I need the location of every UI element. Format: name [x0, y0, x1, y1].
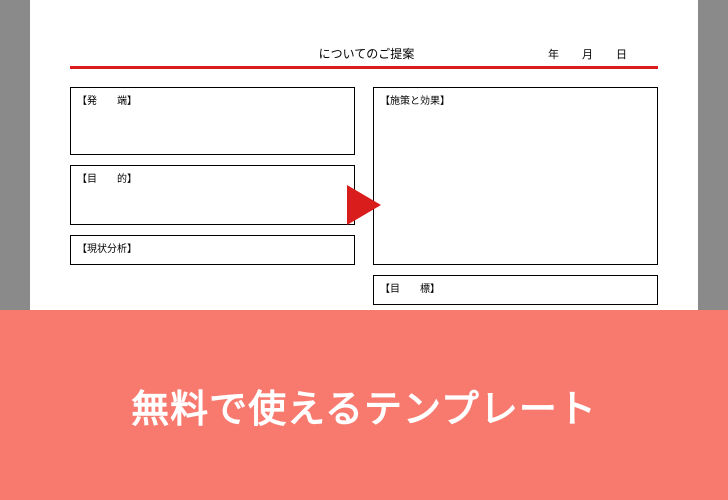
box-label-measures: 【施策と効果】 [380, 92, 651, 107]
box-label-purpose: 【目 的】 [77, 170, 348, 185]
box-label-origin: 【発 端】 [77, 92, 348, 107]
box-goal: 【目 標】 [373, 275, 658, 305]
left-column: 【発 端】 【目 的】 【現状分析】 [70, 87, 355, 305]
page-header: についてのご提案 年 月 日 [70, 45, 658, 64]
content-grid: 【発 端】 【目 的】 【現状分析】 【施策と効果】 【目 [70, 87, 658, 305]
document-preview-area: についてのご提案 年 月 日 【発 端】 【目 的】 【現状分析】 [0, 0, 728, 310]
banner-text: 無料で使えるテンプレート [131, 378, 597, 433]
date-field: 年 月 日 [548, 46, 643, 62]
proposal-page: についてのご提案 年 月 日 【発 端】 【目 的】 【現状分析】 [30, 0, 698, 310]
box-analysis: 【現状分析】 [70, 235, 355, 265]
box-purpose: 【目 的】 [70, 165, 355, 225]
promo-banner: 無料で使えるテンプレート [0, 310, 728, 500]
right-column: 【施策と効果】 【目 標】 [373, 87, 658, 305]
box-label-goal: 【目 標】 [380, 280, 651, 295]
box-origin: 【発 端】 [70, 87, 355, 155]
proposal-title: についてのご提案 [85, 45, 548, 62]
header-divider [70, 66, 658, 69]
box-measures: 【施策と効果】 [373, 87, 658, 265]
box-label-analysis: 【現状分析】 [77, 240, 348, 255]
arrow-right-icon [347, 185, 381, 230]
